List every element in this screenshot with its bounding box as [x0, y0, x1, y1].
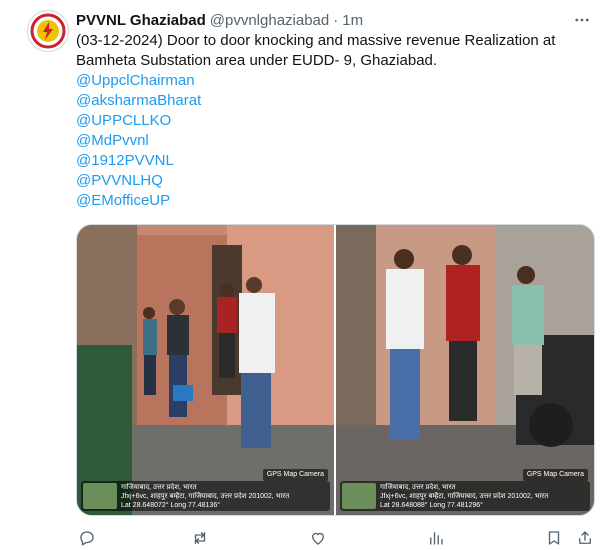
- more-options-button[interactable]: [570, 10, 594, 30]
- more-options-icon: [575, 18, 589, 22]
- tweet-text: (03-12-2024) Door to door knocking and m…: [76, 31, 596, 211]
- gps-location: गाजियाबाद, उत्तर प्रदेश, भारत: [380, 484, 456, 491]
- gps-map-thumbnail: [342, 483, 376, 509]
- views-button[interactable]: [425, 527, 447, 549]
- mention-link[interactable]: @UPPCLLKO: [76, 111, 596, 131]
- gps-coordinates: Lat 28.648072° Long 77.48136°: [121, 502, 221, 509]
- gps-info-panel: गाजियाबाद, उत्तर प्रदेश, भारत Jfxj+6vc, …: [340, 481, 590, 511]
- author-handle[interactable]: @pvvnlghaziabad: [210, 12, 329, 29]
- gps-location: गाजियाबाद, उत्तर प्रदेश, भारत: [121, 484, 197, 491]
- share-icon: [579, 531, 591, 544]
- mention-link[interactable]: @PVVNLHQ: [76, 171, 596, 191]
- mention-link[interactable]: @EMofficeUP: [76, 191, 596, 211]
- retweet-icon: [194, 532, 206, 544]
- reply-button[interactable]: [76, 527, 98, 549]
- gps-info-panel: गाजियाबाद, उत्तर प्रदेश, भारत Jfxj+6vc, …: [81, 481, 330, 511]
- media-grid: GPS Map Camera गाजियाबाद, उत्तर प्रदेश, …: [76, 224, 595, 516]
- pvvnl-logo-icon: [29, 12, 67, 50]
- author-name[interactable]: PVVNL Ghaziabad: [76, 12, 206, 29]
- tweet[interactable]: PVVNL Ghaziabad @pvvnlghaziabad · 1m (03…: [0, 0, 616, 550]
- reply-icon: [80, 531, 94, 546]
- gps-text: गाजियाबाद, उत्तर प्रदेश, भारत Jfxj+6vc, …: [380, 483, 588, 510]
- views-icon: [430, 532, 443, 545]
- share-button[interactable]: [574, 527, 596, 549]
- retweet-button[interactable]: [189, 527, 211, 549]
- like-icon: [312, 532, 324, 545]
- photo[interactable]: GPS Map Camera गाजियाबाद, उत्तर प्रदेश, …: [77, 225, 334, 515]
- bookmark-button[interactable]: [543, 527, 565, 549]
- gps-coordinates: Lat 28.648088° Long 77.481296°: [380, 502, 483, 509]
- action-bar: [76, 527, 596, 549]
- like-button[interactable]: [307, 527, 329, 549]
- mention-link[interactable]: @aksharmaBharat: [76, 91, 596, 111]
- mention-link[interactable]: @MdPvvnl: [76, 131, 596, 151]
- gps-address: Jfxj+6vc, शाहपुर बम्हैटा, गाजियाबाद, उत्…: [121, 493, 290, 500]
- gps-address: Jfxj+6vc, शाहपुर बम्हैटा, गाजियाबाद, उत्…: [380, 493, 549, 500]
- gps-text: गाजियाबाद, उत्तर प्रदेश, भारत Jfxj+6vc, …: [121, 483, 328, 510]
- gps-camera-badge: GPS Map Camera: [262, 469, 328, 481]
- photo[interactable]: GPS Map Camera गाजियाबाद, उत्तर प्रदेश, …: [336, 225, 594, 515]
- tweet-text-line: Bamheta Substation area under EUDD- 9, G…: [76, 52, 438, 69]
- tweet-header: PVVNL Ghaziabad @pvvnlghaziabad · 1m: [76, 10, 363, 30]
- avatar[interactable]: [27, 10, 69, 52]
- timestamp[interactable]: 1m: [342, 12, 363, 29]
- separator-dot: ·: [333, 11, 339, 29]
- mention-link[interactable]: @UppclChairman: [76, 71, 596, 91]
- tweet-text-line: (03-12-2024) Door to door knocking and m…: [76, 32, 556, 49]
- mention-link[interactable]: @1912PVVNL: [76, 151, 596, 171]
- bookmark-icon: [548, 531, 560, 545]
- gps-map-thumbnail: [83, 483, 117, 509]
- gps-camera-badge: GPS Map Camera: [522, 469, 588, 481]
